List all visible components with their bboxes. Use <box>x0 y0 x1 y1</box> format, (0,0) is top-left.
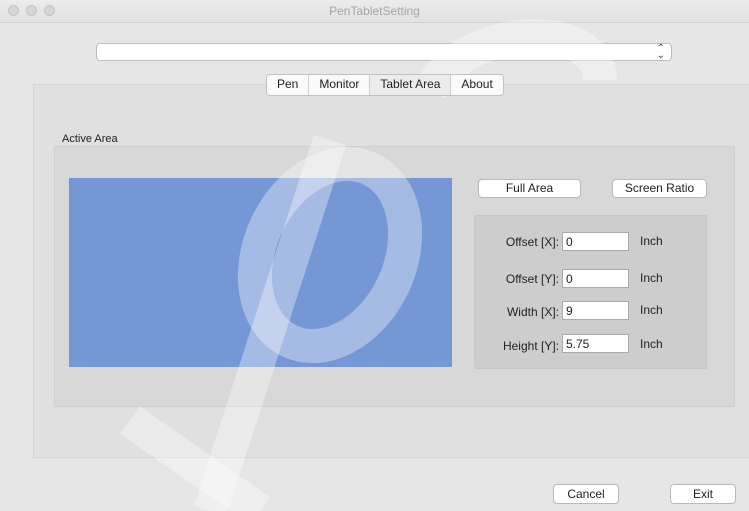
exit-button[interactable]: Exit <box>670 484 736 504</box>
tab-monitor[interactable]: Monitor <box>309 75 371 95</box>
width-x-label: Width [X]: <box>506 305 559 319</box>
width-x-field[interactable] <box>562 301 629 320</box>
offset-y-field[interactable] <box>562 269 629 288</box>
height-y-label: Height [Y]: <box>502 339 559 353</box>
offset-x-label: Offset [X]: <box>505 235 559 249</box>
active-area-label: Active Area <box>62 133 118 145</box>
title-bar: PenTabletSetting <box>0 0 749 23</box>
height-y-field[interactable] <box>562 334 629 353</box>
offset-x-unit: Inch <box>640 234 663 248</box>
width-x-unit: Inch <box>640 303 663 317</box>
screen-ratio-button[interactable]: Screen Ratio <box>612 179 707 198</box>
device-select[interactable]: ⌃ ⌄ <box>96 43 672 61</box>
tab-tablet-area[interactable]: Tablet Area <box>370 75 452 95</box>
window-title: PenTabletSetting <box>329 4 420 18</box>
height-y-unit: Inch <box>640 337 663 351</box>
tab-bar: Pen Monitor Tablet Area About <box>266 74 504 96</box>
tab-pen[interactable]: Pen <box>267 75 310 95</box>
chevron-up-down-icon: ⌃ ⌄ <box>656 43 665 61</box>
offset-y-label: Offset [Y]: <box>505 272 559 286</box>
full-area-button[interactable]: Full Area <box>478 179 581 198</box>
offset-x-field[interactable] <box>562 232 629 251</box>
active-area-preview[interactable] <box>69 178 452 367</box>
offset-y-unit: Inch <box>640 271 663 285</box>
cancel-button[interactable]: Cancel <box>553 484 619 504</box>
tab-about[interactable]: About <box>451 75 503 95</box>
